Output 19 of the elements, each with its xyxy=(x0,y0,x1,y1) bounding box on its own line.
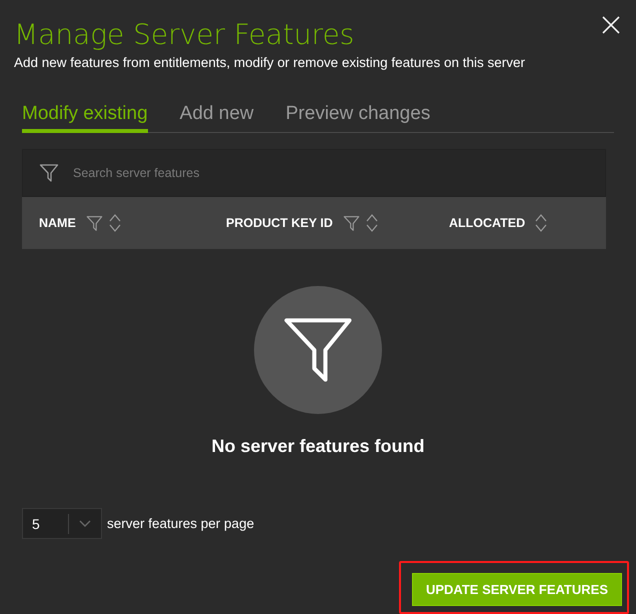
column-header[interactable]: NAME xyxy=(39,216,76,230)
page-size-select[interactable]: 5 xyxy=(22,508,102,539)
search-box[interactable]: Search server features xyxy=(22,149,606,197)
page-size-label: server features per page xyxy=(107,516,254,531)
filter-icon xyxy=(39,163,59,183)
chevron-down-icon xyxy=(79,520,91,528)
close-button[interactable] xyxy=(600,14,622,36)
dialog-subtitle: Add new features from entitlements, modify or remove existing features on this server xyxy=(14,55,526,70)
tab[interactable]: Preview changes xyxy=(286,103,430,133)
column-header[interactable]: PRODUCT KEY ID xyxy=(226,216,333,230)
dialog-title: Manage Server Features xyxy=(14,17,354,53)
tab[interactable]: Modify existing xyxy=(22,103,148,133)
column-header[interactable]: ALLOCATED xyxy=(449,216,526,230)
tab[interactable]: Add new xyxy=(180,103,254,133)
sort-icon[interactable] xyxy=(366,213,378,233)
empty-message: No server features found xyxy=(211,436,425,457)
search-field[interactable]: Search server features xyxy=(71,165,605,181)
sort-icon[interactable] xyxy=(535,213,548,233)
sort-icon[interactable] xyxy=(108,213,121,233)
